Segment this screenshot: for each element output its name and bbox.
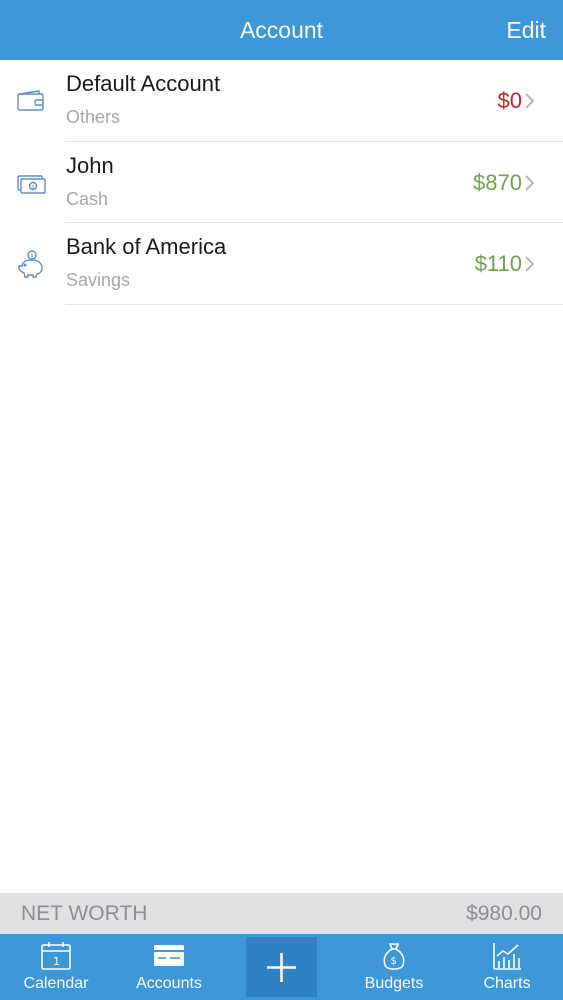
tab-label: Budgets: [364, 975, 424, 992]
money-bag-icon: $: [377, 941, 411, 971]
chevron-right-icon: [524, 174, 536, 192]
tab-label: Calendar: [23, 975, 89, 992]
divider: [65, 303, 563, 305]
chevron-right-icon: [524, 255, 536, 273]
net-worth-label: NET WORTH: [21, 902, 148, 925]
page-title: Account: [239, 17, 324, 43]
account-row-bank-of-america[interactable]: $ Bank of America Savings $110: [0, 223, 563, 305]
tab-budgets[interactable]: $ Budgets: [338, 934, 450, 1000]
net-worth-value: $980.00: [466, 902, 542, 925]
cash-icon: $: [15, 168, 47, 198]
account-name: Default Account: [66, 71, 221, 96]
svg-text:$: $: [391, 956, 397, 967]
calendar-icon: 1: [39, 941, 73, 971]
account-balance: $0: [497, 88, 522, 113]
net-worth-bar: NET WORTH $980.00: [0, 893, 563, 934]
calendar-day: 1: [53, 955, 60, 968]
account-name: John: [66, 152, 114, 178]
piggy-bank-icon: $: [15, 249, 47, 279]
edit-button[interactable]: Edit: [506, 0, 546, 60]
nav-bar: Account Edit: [0, 0, 563, 60]
add-transaction-button[interactable]: [246, 937, 317, 997]
plus-icon: [267, 953, 296, 982]
account-row-default[interactable]: Default Account Others $0: [0, 60, 563, 142]
account-list: Default Account Others $0 $ John Cash $8…: [0, 60, 563, 305]
tab-calendar[interactable]: 1 Calendar: [0, 934, 112, 1000]
tab-accounts[interactable]: Accounts: [113, 934, 225, 1000]
account-balance: $110: [474, 251, 522, 276]
account-name: Bank of America: [66, 234, 227, 259]
tab-bar: 1 Calendar Accounts $ Budgets Charts: [0, 934, 563, 1000]
svg-text:$: $: [31, 184, 35, 190]
card-icon: [152, 941, 186, 971]
account-balance: $870: [473, 169, 522, 195]
account-type: Others: [66, 107, 121, 127]
tab-charts[interactable]: Charts: [451, 934, 563, 1000]
tab-label: Charts: [483, 975, 531, 992]
tab-label: Accounts: [136, 975, 202, 992]
chevron-right-icon: [524, 92, 536, 110]
svg-text:$: $: [30, 253, 34, 259]
wallet-icon: [15, 86, 47, 116]
account-type: Cash: [66, 188, 109, 209]
account-row-john[interactable]: $ John Cash $870: [0, 142, 563, 223]
account-type: Savings: [66, 270, 131, 290]
chart-icon: [490, 941, 524, 971]
